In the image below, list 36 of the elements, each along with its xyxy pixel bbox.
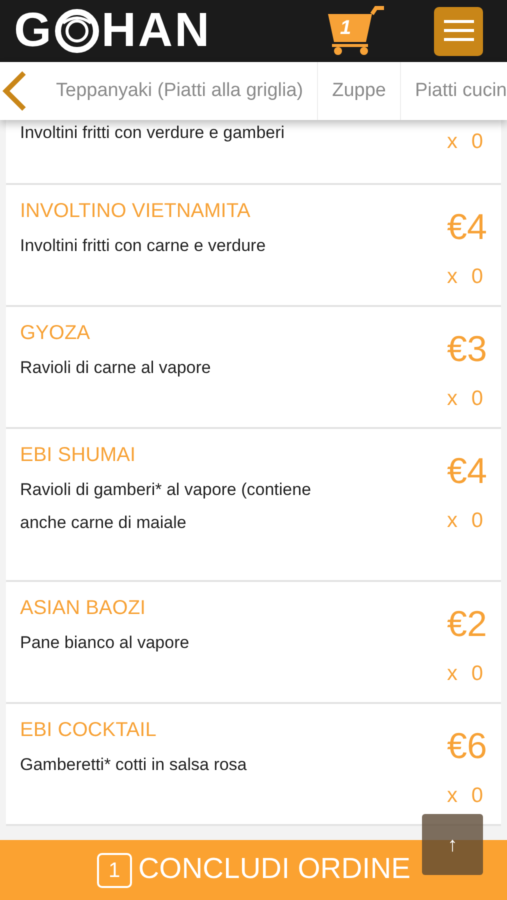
menu-icon (444, 20, 474, 42)
logo-text: G (14, 7, 54, 55)
category-tab[interactable]: Zuppe (318, 62, 401, 120)
item-price: €2 (446, 606, 487, 642)
item-description: Involtini fritti con verdure e gamberi (20, 124, 286, 142)
item-price: €4 (446, 209, 487, 245)
logo-text: HAN (101, 7, 212, 55)
item-description: Ravioli di carne al vapore (20, 357, 212, 379)
item-description: Gamberetti* cotti in salsa rosa (20, 754, 248, 776)
item-price: €3 (446, 331, 487, 367)
item-description: Involtini fritti con carne e verdure (20, 235, 267, 257)
item-quantity: x 0 (446, 508, 487, 534)
item-quantity: x 0 (446, 783, 487, 809)
item-description: Pane bianco al vapore (20, 632, 190, 654)
category-tab[interactable]: Piatti cucin (401, 62, 507, 120)
item-name: EBI SHUMAI (20, 443, 137, 467)
checkout-label: CONCLUDI ORDINE (138, 853, 410, 886)
cart-button[interactable]: 1 (326, 6, 386, 56)
item-name: GYOZA (20, 321, 92, 345)
item-name: ASIAN BAOZI (20, 596, 147, 620)
item-price: €6 (446, 728, 487, 764)
item-quantity: x 0 (446, 386, 487, 412)
menu-button[interactable] (434, 6, 483, 56)
logo-emblem-icon (55, 9, 100, 53)
category-tab[interactable]: Teppanyaki (Piatti alla griglia) (42, 62, 318, 120)
item-quantity: x 0 (446, 129, 487, 155)
order-count: 1 (96, 852, 132, 888)
scroll-left-icon[interactable] (2, 71, 28, 111)
item-quantity: x 0 (446, 661, 487, 687)
item-name: EBI COCKTAIL (20, 718, 158, 742)
item-name: INVOLTINO VIETNAMITA (20, 199, 252, 223)
cart-count: 1 (340, 16, 352, 41)
scroll-top-button[interactable]: ↑ (422, 814, 483, 875)
item-price: €4 (446, 453, 487, 489)
item-quantity: x 0 (446, 264, 487, 290)
item-description: Ravioli di gamberi* al vapore (contiene anche carne di maiale (20, 479, 312, 534)
